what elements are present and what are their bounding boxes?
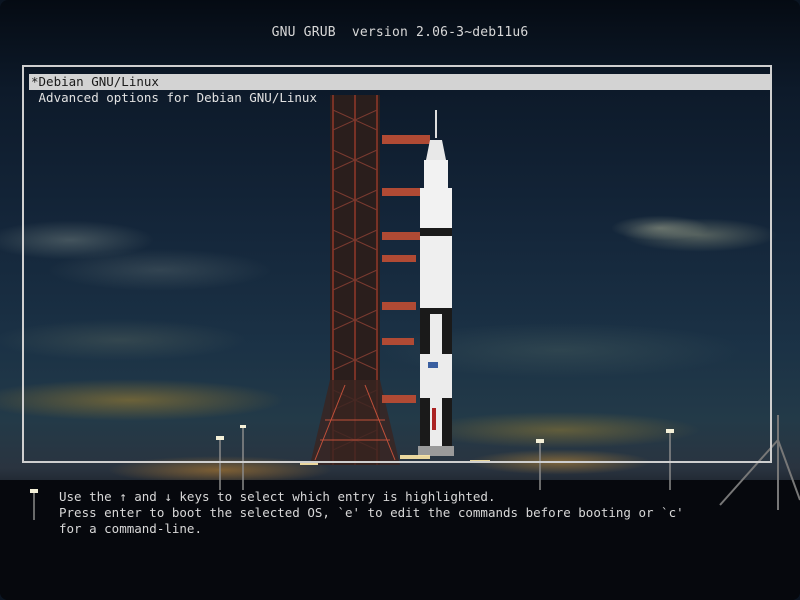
menu-entry-debian[interactable]: *Debian GNU/Linux	[29, 74, 772, 90]
grub-version-title: GNU GRUB version 2.06-3~deb11u6	[271, 25, 529, 40]
grub-boot-screen: GNU GRUB version 2.06-3~deb11u6 *Debian …	[0, 0, 800, 600]
menu-entry-advanced-options[interactable]: Advanced options for Debian GNU/Linux	[29, 90, 772, 106]
help-line-navigate: Use the ↑ and ↓ keys to select which ent…	[59, 489, 496, 504]
help-text: Use the ↑ and ↓ keys to select which ent…	[59, 489, 779, 537]
help-line-edit: Press enter to boot the selected OS, `e'…	[59, 505, 684, 520]
boot-menu: *Debian GNU/Linux Advanced options for D…	[22, 65, 772, 463]
help-line-command: for a command-line.	[59, 521, 202, 536]
